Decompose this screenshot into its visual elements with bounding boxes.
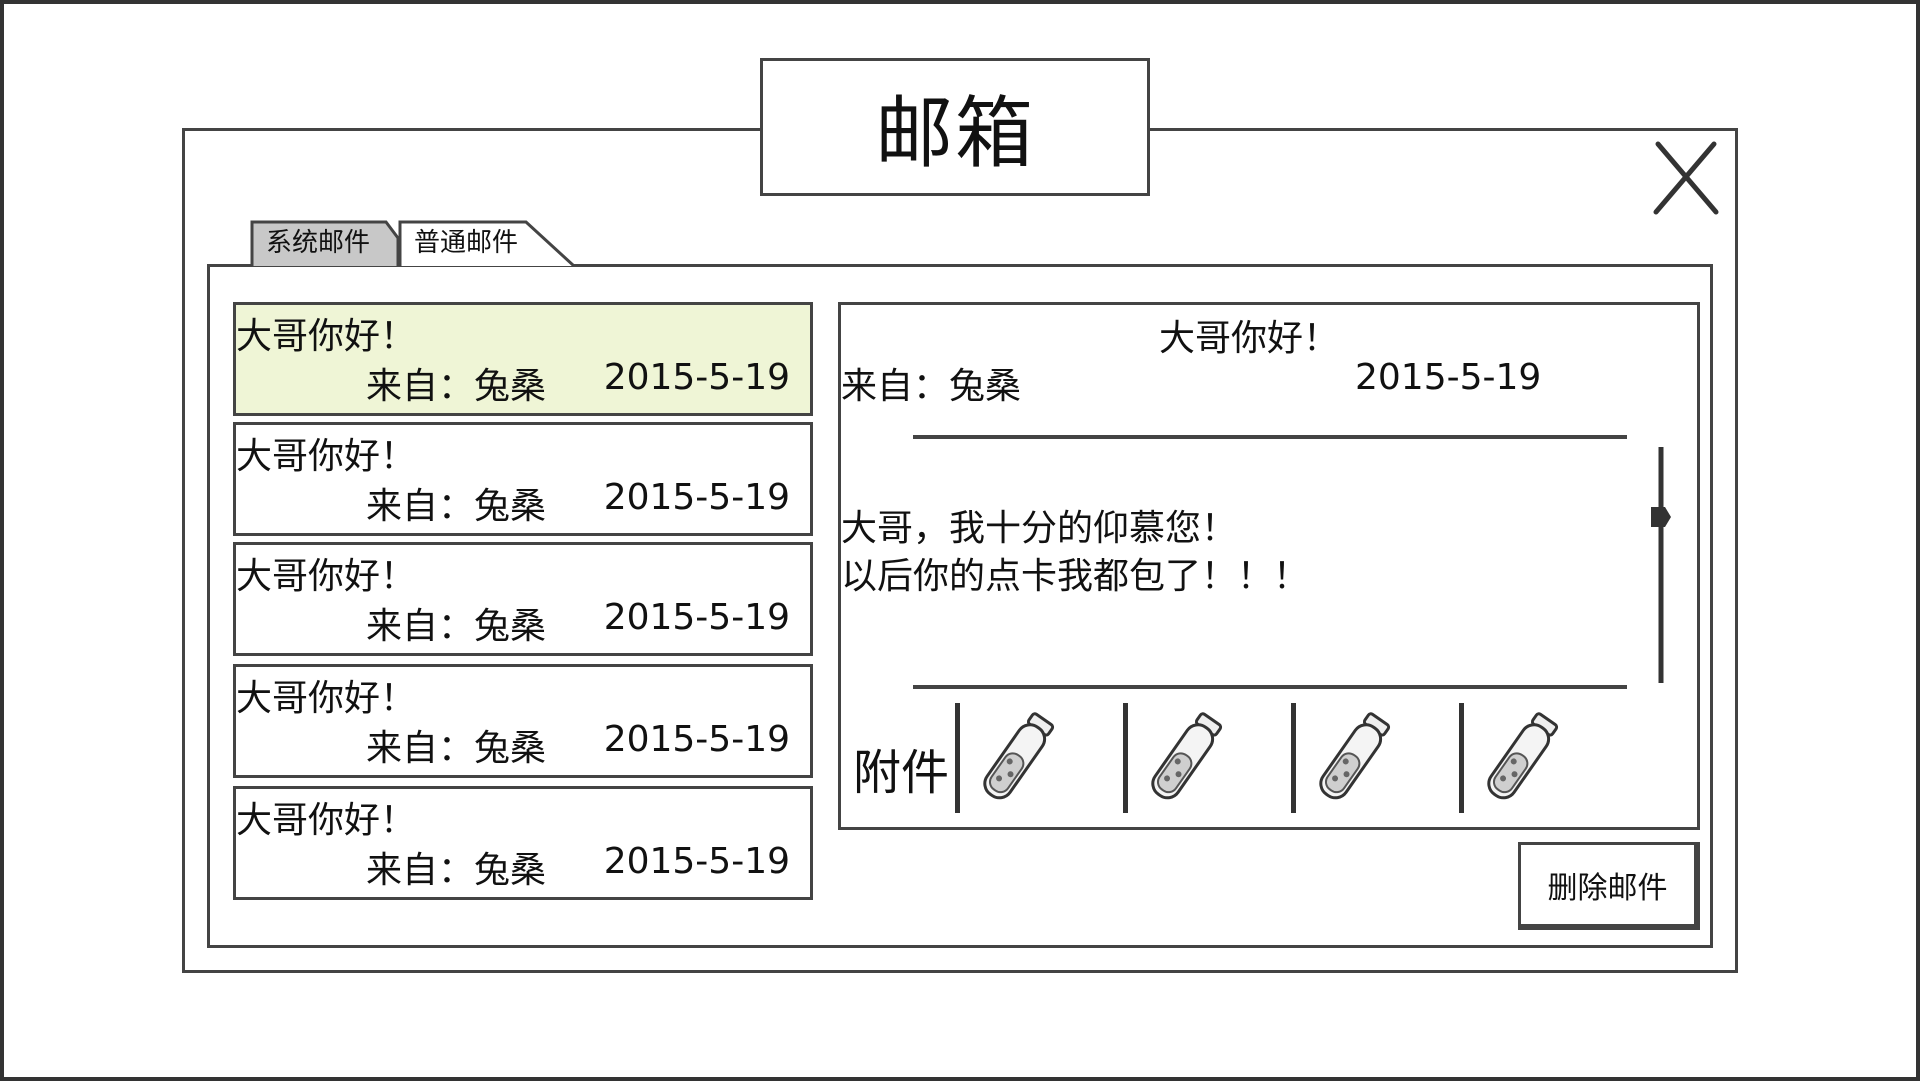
close-icon[interactable] — [1652, 140, 1720, 216]
attachments-label: 附件 — [853, 745, 950, 801]
tab-normal-mail[interactable]: 普通邮件 — [398, 220, 578, 266]
mail-subject: 大哥你好！ — [236, 436, 417, 477]
tab-system-mail[interactable]: 系统邮件 — [250, 220, 400, 266]
potion-vial-icon[interactable] — [967, 703, 1117, 813]
attachment-divider — [955, 703, 960, 813]
attachment-divider — [1291, 703, 1296, 813]
detail-subject: 大哥你好！ — [1158, 318, 1339, 359]
mail-subject: 大哥你好！ — [236, 316, 417, 357]
mail-list-item[interactable]: 大哥你好！ 来自：兔桑 2015-5-19 — [233, 422, 813, 536]
mail-sender: 来自：兔桑 — [366, 486, 547, 527]
mail-date: 2015-5-19 — [603, 477, 790, 518]
tab-system-mail-label: 系统邮件 — [266, 228, 371, 258]
mail-subject: 大哥你好！ — [236, 800, 417, 841]
potion-vial-icon[interactable] — [1135, 703, 1285, 813]
mail-list-item[interactable]: 大哥你好！ 来自：兔桑 2015-5-19 — [233, 542, 813, 656]
potion-vial-icon[interactable] — [1303, 703, 1453, 813]
mail-subject: 大哥你好！ — [236, 678, 417, 719]
detail-body: 大哥，我十分的仰慕您！ 以后你的点卡我都包了！！！ — [841, 508, 1310, 597]
mail-sender: 来自：兔桑 — [366, 850, 547, 891]
mail-date: 2015-5-19 — [603, 597, 790, 638]
mail-list-item[interactable]: 大哥你好！ 来自：兔桑 2015-5-19 — [233, 302, 813, 416]
detail-sender: 来自：兔桑 — [841, 366, 1022, 407]
mail-list-item[interactable]: 大哥你好！ 来自：兔桑 2015-5-19 — [233, 786, 813, 900]
attachment-divider — [1123, 703, 1128, 813]
mail-list-item[interactable]: 大哥你好！ 来自：兔桑 2015-5-19 — [233, 664, 813, 778]
mail-date: 2015-5-19 — [603, 841, 790, 882]
mail-subject: 大哥你好！ — [236, 556, 417, 597]
mail-sender: 来自：兔桑 — [366, 366, 547, 407]
body-scrollbar[interactable] — [1649, 445, 1673, 685]
dialog-title: 邮箱 — [760, 58, 1150, 196]
mail-date: 2015-5-19 — [603, 719, 790, 760]
mail-sender: 来自：兔桑 — [366, 728, 547, 769]
mail-date: 2015-5-19 — [603, 357, 790, 398]
delete-mail-button[interactable]: 删除邮件 — [1518, 842, 1700, 930]
mail-sender: 来自：兔桑 — [366, 606, 547, 647]
potion-vial-icon[interactable] — [1471, 703, 1621, 813]
mail-detail: 大哥你好！ 来自：兔桑 2015-5-19 大哥，我十分的仰慕您！ 以后你的点卡… — [838, 302, 1700, 830]
tab-normal-mail-label: 普通邮件 — [414, 228, 519, 258]
detail-date: 2015-5-19 — [1355, 357, 1542, 398]
divider — [913, 435, 1627, 439]
divider — [913, 685, 1627, 689]
attachment-divider — [1459, 703, 1464, 813]
